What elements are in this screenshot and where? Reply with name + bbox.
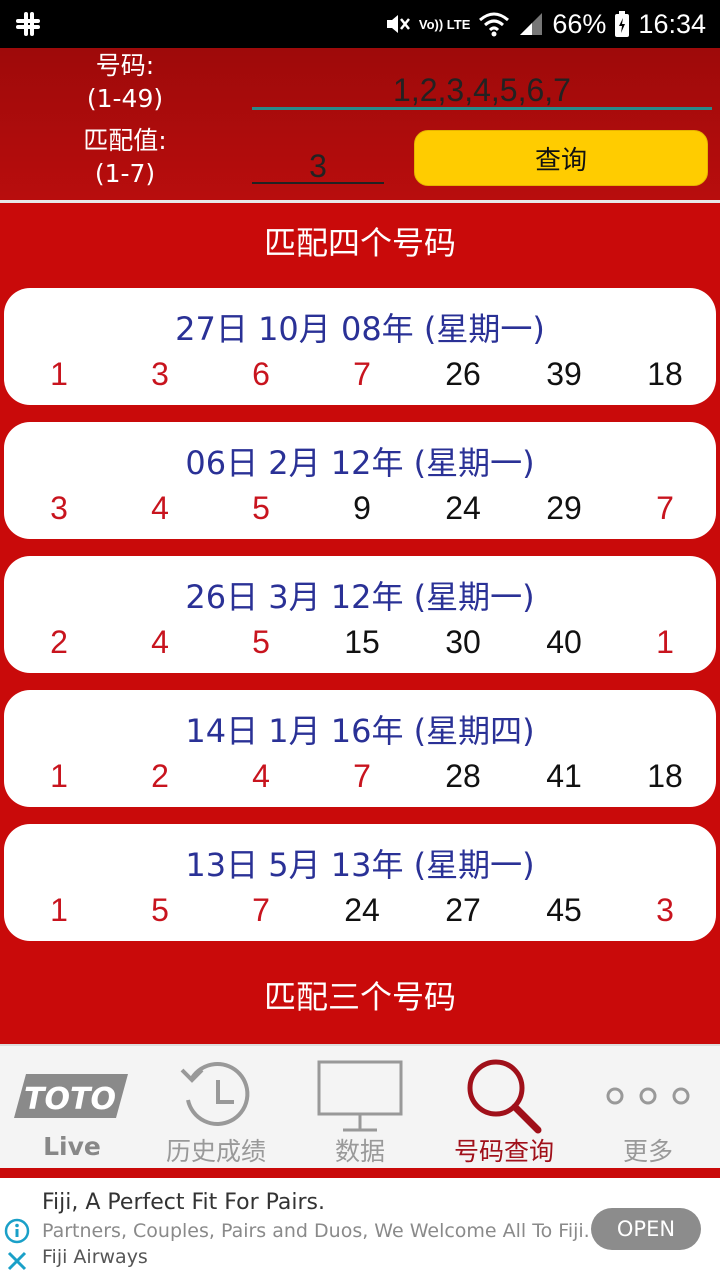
draw-date: 14日 1月 16年 (星期四) [185,712,535,750]
draw-number: 18 [647,356,683,392]
divider [0,200,720,203]
result-card[interactable]: 06日 2月 12年 (星期一) 3 4 5 9 24 29 7 [4,422,716,539]
matched-number: 6 [252,356,270,392]
section-title-3: 匹配三个号码 [263,978,456,1016]
bottom-nav: TOTO Live 历史成绩 数据 号码查询 更多 [0,1044,720,1168]
mute-icon [383,10,411,38]
matched-number: 7 [252,892,270,928]
nav-live[interactable]: TOTO Live [0,1046,144,1170]
monitor-icon [288,1054,432,1138]
match-range: (1-7) [94,159,156,188]
nav-more[interactable]: 更多 [576,1046,720,1170]
ad-banner[interactable]: Fiji, A Perfect Fit For Pairs. Partners,… [0,1178,720,1280]
draw-date: 27日 10月 08年 (星期一) [175,310,545,348]
matched-number: 4 [151,624,169,660]
matched-number: 4 [151,490,169,526]
nav-label: 历史成绩 [165,1137,266,1166]
nav-number-query[interactable]: 号码查询 [432,1046,576,1170]
match-input[interactable]: 3 [252,144,384,184]
draw-number: 41 [546,758,582,794]
draw-number: 29 [546,490,582,526]
draw-date: 13日 5月 13年 (星期一) [185,846,535,884]
draw-number: 27 [445,892,481,928]
wifi-icon [478,11,510,37]
history-icon [144,1054,288,1138]
toto-logo-icon: TOTO [0,1054,144,1138]
svg-text:TOTO: TOTO [24,1082,116,1117]
nav-data[interactable]: 数据 [288,1046,432,1170]
info-icon[interactable] [4,1218,30,1244]
nav-label: 数据 [334,1137,385,1166]
matched-number: 5 [151,892,169,928]
matched-number: 2 [50,624,68,660]
status-bar: Vo)) LTE 66% 16:34 [0,0,720,48]
draw-number: 30 [445,624,481,660]
draw-number: 9 [353,490,371,526]
close-icon[interactable] [6,1250,28,1272]
matched-number: 3 [50,490,68,526]
result-card[interactable]: 14日 1月 16年 (星期四) 1 2 4 7 28 41 18 [4,690,716,807]
draw-date: 06日 2月 12年 (星期一) [185,444,535,482]
ad-advertiser: Fiji Airways [42,1246,148,1268]
draw-number: 39 [546,356,582,392]
matched-number: 2 [151,758,169,794]
match-label: 匹配值: [83,126,167,155]
result-card[interactable]: 13日 5月 13年 (星期一) 1 5 7 24 27 45 3 [4,824,716,941]
numbers-label: 号码: [95,51,155,80]
nav-history[interactable]: 历史成绩 [144,1046,288,1170]
query-button[interactable]: 查询 [414,130,708,186]
draw-number: 18 [647,758,683,794]
matched-number: 7 [353,356,371,392]
matched-number: 1 [50,758,68,794]
battery-icon [614,10,630,38]
matched-number: 1 [50,892,68,928]
search-icon [432,1054,576,1138]
draw-number: 24 [344,892,380,928]
draw-numbers: 1 5 7 24 27 45 3 [4,892,716,932]
draw-numbers: 1 3 6 7 26 39 18 [4,356,716,396]
ad-title: Fiji, A Perfect Fit For Pairs. [42,1190,326,1215]
section-title-4: 匹配四个号码 [263,224,456,262]
slack-icon [16,12,40,36]
matched-number: 1 [656,624,674,660]
ad-body: Partners, Couples, Pairs and Duos, We We… [42,1220,590,1242]
numbers-input[interactable]: 1,2,3,4,5,6,7 [252,70,712,110]
draw-numbers: 1 2 4 7 28 41 18 [4,758,716,798]
numbers-range: (1-49) [86,84,164,113]
draw-number: 28 [445,758,481,794]
matched-number: 7 [656,490,674,526]
more-icon [576,1054,720,1138]
matched-number: 1 [50,356,68,392]
draw-number: 24 [445,490,481,526]
matched-number: 4 [252,758,270,794]
result-card[interactable]: 26日 3月 12年 (星期一) 2 4 5 15 30 40 1 [4,556,716,673]
matched-number: 5 [252,490,270,526]
matched-number: 3 [656,892,674,928]
ad-open-button[interactable]: OPEN [591,1208,701,1250]
nav-label: 号码查询 [453,1137,554,1166]
clock: 16:34 [638,8,706,39]
draw-numbers: 3 4 5 9 24 29 7 [4,490,716,530]
draw-numbers: 2 4 5 15 30 40 1 [4,624,716,664]
matched-number: 3 [151,356,169,392]
volte-icon: Vo)) LTE [419,18,471,31]
nav-separator [0,1168,720,1178]
result-card[interactable]: 27日 10月 08年 (星期一) 1 3 6 7 26 39 18 [4,288,716,405]
draw-number: 45 [546,892,582,928]
network-label: Vo)) LTE [418,16,471,32]
matched-number: 7 [353,758,371,794]
signal-icon [518,11,544,37]
matched-number: 5 [252,624,270,660]
draw-number: 26 [445,356,481,392]
nav-label: Live [43,1132,101,1161]
draw-number: 40 [546,624,582,660]
draw-number: 15 [344,624,380,660]
query-form: 号码: (1-49) 1,2,3,4,5,6,7 匹配值: (1-7) 3 查询 [0,48,720,200]
draw-date: 26日 3月 12年 (星期一) [185,578,535,616]
nav-label: 更多 [622,1137,673,1166]
battery-percent: 66% [552,8,607,39]
